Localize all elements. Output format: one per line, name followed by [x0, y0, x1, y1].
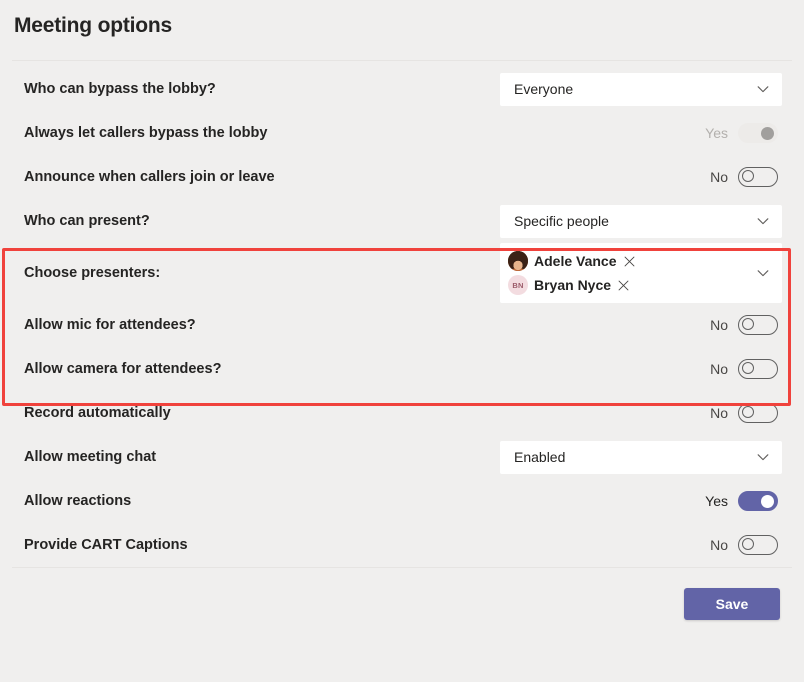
allow-camera-for-attendees-toggle[interactable]	[738, 359, 778, 379]
presenter-name: Adele Vance	[534, 253, 617, 269]
chevron-down-icon	[756, 450, 770, 464]
close-icon[interactable]	[623, 255, 636, 268]
toggle-knob	[742, 538, 754, 550]
option-label: Allow reactions	[24, 492, 132, 509]
provide-cart-captions-toggle[interactable]	[738, 535, 778, 555]
dropdown-selected-value: Specific people	[514, 213, 609, 229]
meeting-options-page: Meeting options Who can bypass the lobby…	[0, 0, 804, 682]
toggle-knob	[742, 406, 754, 418]
option-control: Yes	[500, 123, 790, 143]
avatar	[508, 251, 528, 271]
dropdown-selected-value: Enabled	[514, 449, 566, 465]
option-row-provide-cart-captions: Provide CART Captions No	[12, 523, 792, 567]
option-row-who-can-bypass-lobby: Who can bypass the lobby? Everyone	[12, 67, 792, 111]
toggle-state-label: No	[710, 169, 728, 185]
option-row-allow-reactions: Allow reactions Yes	[12, 479, 792, 523]
option-label: Record automatically	[24, 404, 171, 421]
always-let-callers-bypass-lobby-toggle-group: Yes	[704, 123, 778, 143]
footer: Save	[12, 568, 792, 620]
page-title: Meeting options	[14, 14, 172, 37]
record-automatically-toggle-group: No	[704, 403, 778, 423]
option-control: No	[500, 403, 790, 423]
chevron-down-icon	[756, 82, 770, 96]
presenter-name: Bryan Nyce	[534, 277, 612, 293]
dropdown-selected-value: Everyone	[514, 81, 574, 97]
save-button[interactable]: Save	[684, 588, 780, 620]
toggle-state-label: No	[710, 361, 728, 377]
toggle-state-label: Yes	[705, 493, 728, 509]
option-label: Always let callers bypass the lobby	[24, 124, 268, 141]
selected-presenters-list: Adele Vance BN Bryan Nyce	[508, 251, 636, 295]
announce-callers-join-leave-toggle[interactable]	[738, 167, 778, 187]
option-control: No	[500, 315, 790, 335]
toggle-knob	[761, 127, 774, 140]
close-icon[interactable]	[617, 279, 630, 292]
record-automatically-toggle[interactable]	[738, 403, 778, 423]
allow-meeting-chat-dropdown[interactable]: Enabled	[500, 440, 782, 474]
option-label: Announce when callers join or leave	[24, 168, 275, 185]
who-can-present-dropdown[interactable]: Specific people	[500, 204, 782, 238]
chevron-down-icon[interactable]	[756, 266, 770, 280]
option-control: Enabled	[500, 440, 794, 474]
option-control: Adele Vance BN Bryan Nyce	[500, 243, 794, 303]
option-label: Who can present?	[24, 212, 150, 229]
option-label: Allow camera for attendees?	[24, 360, 222, 377]
provide-cart-captions-toggle-group: No	[704, 535, 778, 555]
option-label: Allow mic for attendees?	[24, 316, 196, 333]
option-row-who-can-present: Who can present? Specific people	[12, 199, 792, 243]
toggle-knob	[742, 318, 754, 330]
allow-reactions-toggle-group: Yes	[704, 491, 778, 511]
toggle-state-label: No	[710, 405, 728, 421]
toggle-state-label: Yes	[705, 125, 728, 141]
allow-mic-for-attendees-toggle-group: No	[704, 315, 778, 335]
toggle-state-label: No	[710, 537, 728, 553]
option-label: Choose presenters:	[24, 264, 161, 281]
option-control: No	[500, 535, 790, 555]
option-control: No	[500, 167, 790, 187]
allow-camera-for-attendees-toggle-group: No	[704, 359, 778, 379]
option-row-always-let-callers-bypass-lobby: Always let callers bypass the lobby Yes	[12, 111, 792, 155]
option-control: Everyone	[500, 72, 794, 106]
always-let-callers-bypass-lobby-toggle	[738, 123, 778, 143]
choose-presenters-picker[interactable]: Adele Vance BN Bryan Nyce	[500, 243, 782, 303]
allow-mic-for-attendees-toggle[interactable]	[738, 315, 778, 335]
option-control: No	[500, 359, 790, 379]
option-row-allow-camera-for-attendees: Allow camera for attendees? No	[12, 347, 792, 391]
option-row-record-automatically: Record automatically No	[12, 391, 792, 435]
option-control: Yes	[500, 491, 790, 511]
presenter-pill: Adele Vance	[508, 251, 636, 271]
who-can-bypass-lobby-dropdown[interactable]: Everyone	[500, 72, 782, 106]
option-label: Provide CART Captions	[24, 536, 188, 553]
option-row-choose-presenters: Choose presenters: Adele Vance BN Bryan Nyc…	[12, 243, 792, 303]
options-list: Who can bypass the lobby? Everyone Always …	[12, 61, 792, 567]
option-label: Who can bypass the lobby?	[24, 80, 216, 97]
toggle-state-label: No	[710, 317, 728, 333]
option-row-allow-mic-for-attendees: Allow mic for attendees? No	[12, 303, 792, 347]
chevron-down-icon	[756, 214, 770, 228]
avatar: BN	[508, 275, 528, 295]
toggle-knob	[761, 495, 774, 508]
announce-callers-join-leave-toggle-group: No	[704, 167, 778, 187]
option-row-allow-meeting-chat: Allow meeting chat Enabled	[12, 435, 792, 479]
presenter-pill: BN Bryan Nyce	[508, 275, 636, 295]
option-control: Specific people	[500, 204, 794, 238]
toggle-knob	[742, 362, 754, 374]
option-row-announce-callers-join-leave: Announce when callers join or leave No	[12, 155, 792, 199]
option-label: Allow meeting chat	[24, 448, 157, 465]
toggle-knob	[742, 170, 754, 182]
allow-reactions-toggle[interactable]	[738, 491, 778, 511]
